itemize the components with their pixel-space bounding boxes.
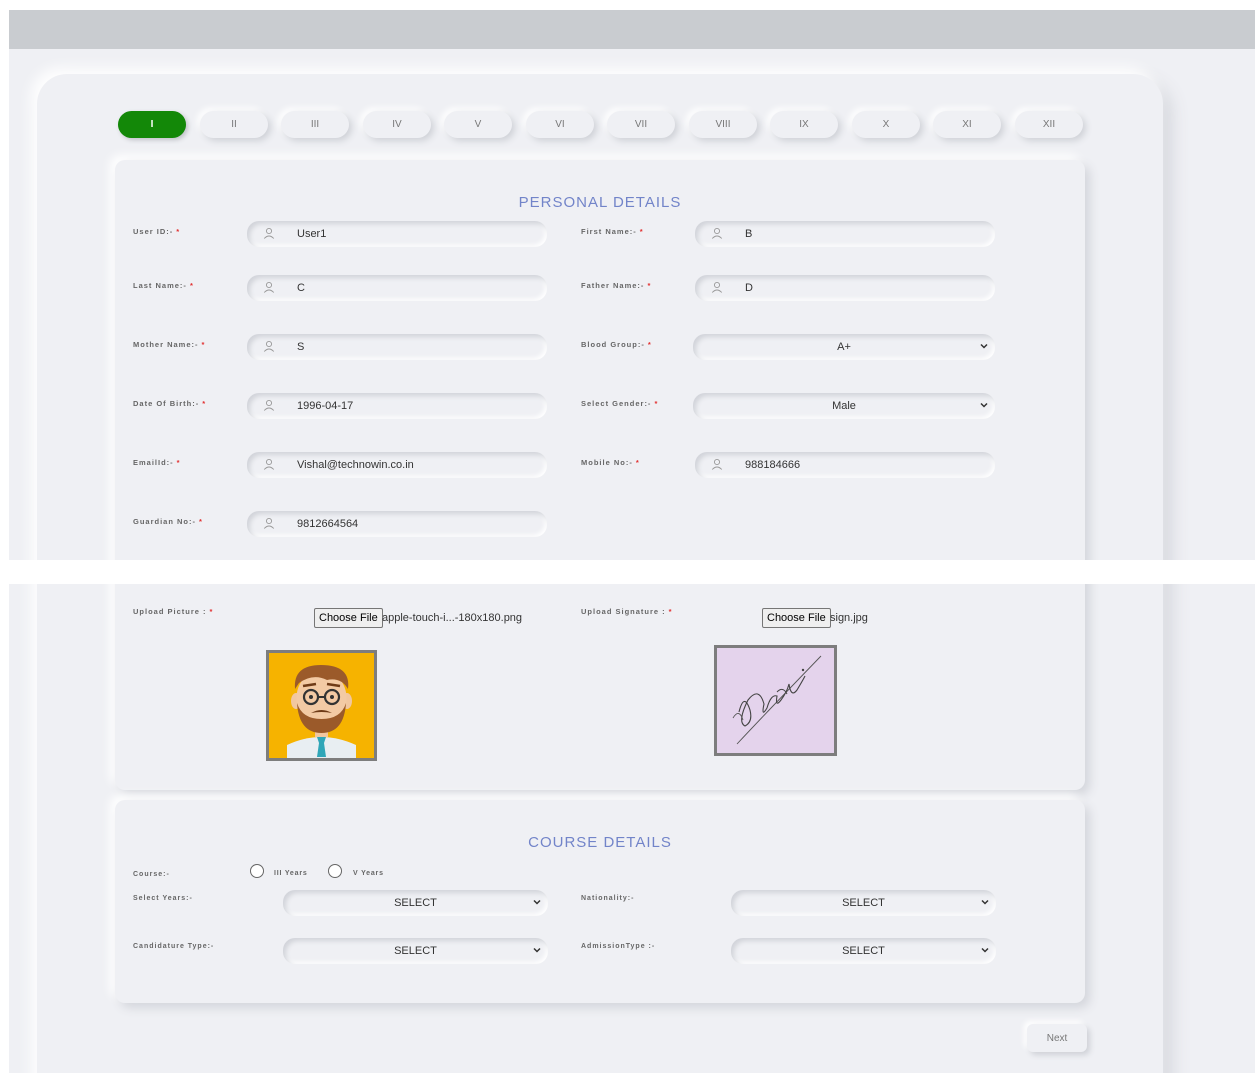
first-name-label: First Name:- *: [581, 227, 644, 236]
mobile-label: Mobile No:- *: [581, 458, 640, 467]
guardian-field[interactable]: 9812664564: [247, 511, 547, 537]
first-name-field[interactable]: B: [695, 221, 995, 247]
personal-details-title: PERSONAL DETAILS: [518, 194, 682, 211]
form-viewport-top: I II III IV V VI VII VIII IX X XI XII PE…: [9, 10, 1255, 560]
mother-name-field[interactable]: S: [247, 334, 547, 360]
step-tab-4[interactable]: IV: [363, 111, 431, 138]
user-id-label: User ID:- *: [133, 227, 181, 236]
step-tab-9[interactable]: IX: [770, 111, 838, 138]
step-tab-3[interactable]: III: [281, 111, 349, 138]
course-option-5-years-label: V Years: [353, 870, 384, 877]
mother-name-label: Mother Name:- *: [133, 340, 206, 349]
dob-label: Date Of Birth:- *: [133, 399, 207, 408]
course-details-card: COURSE DETAILS Course:- III Years V Year…: [115, 800, 1085, 1003]
email-label: EmailId:- *: [133, 458, 181, 467]
course-radio-3-years[interactable]: [250, 864, 264, 878]
mobile-value: 988184666: [745, 459, 801, 471]
avatar-image: [269, 653, 374, 758]
form-viewport-bottom: Upload Picture : * Choose File apple-touc…: [9, 584, 1255, 1073]
chevron-down-icon: [981, 947, 989, 953]
nationality-select[interactable]: SELECT: [731, 890, 996, 916]
gender-value: Male: [832, 400, 856, 412]
chevron-down-icon: [981, 899, 989, 905]
gender-select[interactable]: Male: [693, 393, 995, 419]
candidature-type-label: Candidature Type:-: [133, 943, 215, 950]
user-icon: [263, 227, 275, 239]
step-tab-11[interactable]: XI: [933, 111, 1001, 138]
user-icon: [263, 399, 275, 411]
step-tab-12[interactable]: XII: [1015, 111, 1083, 138]
email-field[interactable]: Vishal@technowin.co.in: [247, 452, 547, 478]
last-name-value: C: [297, 282, 305, 294]
picture-preview: [266, 650, 377, 761]
gender-label: Select Gender:- *: [581, 399, 659, 408]
candidature-type-select[interactable]: SELECT: [283, 938, 548, 964]
user-icon: [711, 227, 723, 239]
blood-group-value: A+: [837, 341, 851, 353]
mother-name-value: S: [297, 341, 305, 353]
last-name-label: Last Name:- *: [133, 281, 194, 290]
course-radio-5-years[interactable]: [328, 864, 342, 878]
user-icon: [263, 340, 275, 352]
father-name-field[interactable]: D: [695, 275, 995, 301]
step-tab-7[interactable]: VII: [607, 111, 675, 138]
chevron-down-icon: [533, 947, 541, 953]
first-name-value: B: [745, 228, 753, 240]
upload-signature-label: Upload Signature : *: [581, 607, 673, 616]
user-icon: [263, 517, 275, 529]
personal-details-card: PERSONAL DETAILS User ID:- * User1 First …: [115, 160, 1085, 560]
upload-picture-label: Upload Picture : *: [133, 607, 214, 616]
signature-image: [717, 648, 834, 753]
course-label: Course:-: [133, 871, 170, 878]
last-name-field[interactable]: C: [247, 275, 547, 301]
select-years-value: SELECT: [394, 897, 437, 909]
select-years-select[interactable]: SELECT: [283, 890, 548, 916]
blood-group-select[interactable]: A+: [693, 334, 995, 360]
step-tab-6[interactable]: VI: [526, 111, 594, 138]
signature-file-name: sign.jpg: [830, 612, 868, 624]
user-id-value: User1: [297, 228, 327, 240]
guardian-label: Guardian No:- *: [133, 517, 203, 526]
step-tab-10[interactable]: X: [852, 111, 920, 138]
browser-top-bar: [9, 10, 1255, 49]
email-value: Vishal@technowin.co.in: [297, 459, 414, 471]
nationality-value: SELECT: [842, 897, 885, 909]
user-id-field[interactable]: User1: [247, 221, 547, 247]
dob-field[interactable]: 1996-04-17: [247, 393, 547, 419]
choose-picture-button[interactable]: Choose File: [314, 608, 383, 628]
user-icon: [263, 458, 275, 470]
chevron-down-icon: [980, 343, 988, 349]
signature-preview: [714, 645, 837, 756]
choose-signature-button[interactable]: Choose File: [762, 608, 831, 628]
user-icon: [711, 458, 723, 470]
course-option-3-years-label: III Years: [274, 870, 308, 877]
mobile-field[interactable]: 988184666: [695, 452, 995, 478]
step-tab-8[interactable]: VIII: [689, 111, 757, 138]
select-years-label: Select Years:-: [133, 895, 193, 902]
chevron-down-icon: [533, 899, 541, 905]
nationality-label: Nationality:-: [581, 895, 635, 902]
father-name-label: Father Name:- *: [581, 281, 652, 290]
user-icon: [263, 281, 275, 293]
picture-file-name: apple-touch-i...-180x180.png: [382, 612, 523, 624]
guardian-value: 9812664564: [297, 518, 359, 530]
admission-type-value: SELECT: [842, 945, 885, 957]
next-button[interactable]: Next: [1027, 1024, 1087, 1052]
admission-type-select[interactable]: SELECT: [731, 938, 996, 964]
candidature-type-value: SELECT: [394, 945, 437, 957]
course-details-title: COURSE DETAILS: [528, 834, 672, 851]
chevron-down-icon: [980, 402, 988, 408]
step-tab-2[interactable]: II: [200, 111, 268, 138]
user-icon: [711, 281, 723, 293]
admission-type-label: AdmissionType :-: [581, 943, 656, 950]
step-tab-1[interactable]: I: [118, 111, 186, 138]
father-name-value: D: [745, 282, 753, 294]
blood-group-label: Blood Group:- *: [581, 340, 652, 349]
step-tab-5[interactable]: V: [444, 111, 512, 138]
personal-details-card-continued: Upload Picture : * Choose File apple-touc…: [115, 584, 1085, 790]
dob-value: 1996-04-17: [297, 400, 354, 412]
